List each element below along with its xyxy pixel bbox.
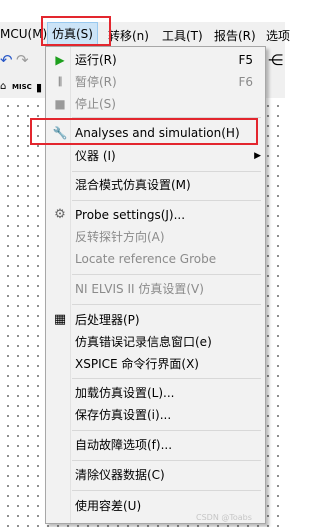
menu-item-label: 反转探针方向(A) (75, 230, 165, 244)
menu-item-auto-fault[interactable]: 自动故障选项(f)... (48, 434, 263, 456)
menu-separator (72, 490, 261, 491)
menu-reports[interactable]: 报告(R) (214, 27, 256, 44)
menu-item-analyses-simulation[interactable]: 🔧 Analyses and simulation(H) (48, 122, 263, 144)
menu-options[interactable]: 选项 (266, 27, 290, 44)
menu-item-label: 仪器 (I) (75, 149, 116, 163)
menu-item-error-log[interactable]: 仿真错误记录信息窗口(e) (48, 331, 263, 353)
menu-item-reverse-probe[interactable]: 反转探针方向(A) (48, 226, 263, 248)
menu-tools[interactable]: 工具(T) (162, 27, 203, 44)
menu-item-label: 仿真错误记录信息窗口(e) (75, 335, 212, 349)
menu-item-instruments[interactable]: 仪器 (I) ▶ (48, 145, 263, 167)
toolbar-icon-right[interactable]: ⋲ (268, 52, 283, 68)
menu-item-probe-settings[interactable]: ⚙ Probe settings(J)... (48, 204, 263, 226)
play-icon: ▶ (55, 53, 65, 67)
menu-item-label: 暂停(R) (75, 75, 117, 89)
menu-item-label: Locate reference Grobe (75, 252, 217, 266)
menu-item-label: 自动故障选项(f)... (75, 438, 173, 452)
menu-item-locate-reference-probe[interactable]: Locate reference Grobe (48, 248, 263, 270)
simulate-menu: ▶ 运行(R) F5 ‖ 暂停(R) F6 ■ 停止(S) 🔧 Analyses… (45, 46, 266, 524)
chip-icon[interactable]: ▮ (36, 80, 42, 96)
menu-item-save-settings[interactable]: 保存仿真设置(i)... (48, 404, 263, 426)
menu-item-load-settings[interactable]: 加载仿真设置(L)... (48, 382, 263, 404)
menu-separator (72, 171, 261, 172)
watermark: CSDN @Toabs (196, 513, 252, 522)
menu-item-pause[interactable]: ‖ 暂停(R) F6 (48, 71, 263, 93)
menu-item-mixed-mode[interactable]: 混合模式仿真设置(M) (48, 174, 263, 196)
menu-separator (72, 460, 261, 461)
pause-icon: ‖ (57, 76, 63, 87)
menu-item-postprocessor[interactable]: ▦ 后处理器(P) (48, 309, 263, 331)
menu-item-label: 混合模式仿真设置(M) (75, 178, 191, 192)
menu-separator (72, 200, 261, 201)
menu-item-label: 使用容差(U) (75, 499, 142, 513)
menu-separator (72, 304, 261, 305)
menu-mcu[interactable]: MCU(M) (0, 27, 47, 41)
menu-transfer[interactable]: 转移(n) (108, 27, 149, 44)
menu-separator (72, 430, 261, 431)
submenu-arrow-icon: ▶ (254, 151, 261, 161)
menu-simulate[interactable]: 仿真(S) (47, 22, 98, 47)
redo-icon[interactable]: ↷ (16, 52, 29, 68)
menu-item-ni-elvis[interactable]: NI ELVIS II 仿真设置(V) (48, 278, 263, 300)
shortcut-label: F6 (238, 75, 253, 89)
menu-separator (72, 378, 261, 379)
menubar: MCU(M) 仿真(S) 转移(n) 工具(T) 报告(R) 选项 (0, 22, 290, 47)
misc-label[interactable]: MISC (12, 83, 32, 91)
menu-item-xspice[interactable]: XSPICE 命令行界面(X) (48, 353, 263, 375)
wrench-icon: 🔧 (52, 126, 68, 140)
menu-item-label: 保存仿真设置(i)... (75, 408, 172, 422)
menu-item-label: 运行(R) (75, 53, 117, 67)
menu-item-label: XSPICE 命令行界面(X) (75, 357, 199, 371)
component-icon[interactable]: ⌂ (0, 79, 6, 95)
gear-icon: ⚙ (54, 207, 66, 222)
menu-item-label: 停止(S) (75, 97, 116, 111)
menu-item-label: 加载仿真设置(L)... (75, 386, 175, 400)
menu-item-label: NI ELVIS II 仿真设置(V) (75, 282, 204, 296)
undo-icon[interactable]: ↶ (0, 52, 13, 68)
menu-item-label: 后处理器(P) (75, 313, 140, 327)
stop-icon: ■ (54, 97, 66, 111)
shortcut-label: F5 (238, 53, 253, 67)
menu-item-clear-instrument-data[interactable]: 清除仪器数据(C) (48, 464, 263, 486)
menu-item-label: Probe settings(J)... (75, 208, 186, 222)
menu-item-stop[interactable]: ■ 停止(S) (48, 93, 263, 115)
menu-item-label: Analyses and simulation(H) (75, 126, 240, 140)
menu-item-label: 清除仪器数据(C) (75, 468, 165, 482)
menu-separator (72, 274, 261, 275)
calculator-icon: ▦ (53, 312, 67, 327)
menu-item-run[interactable]: ▶ 运行(R) F5 (48, 49, 263, 71)
menu-separator (72, 117, 261, 118)
